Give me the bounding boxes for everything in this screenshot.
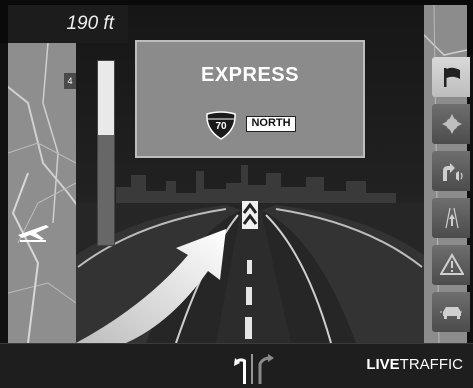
traffic-car-button[interactable] — [432, 290, 473, 334]
route-marker-label: 4 — [67, 76, 73, 86]
distance-progress-fill — [98, 134, 114, 245]
highway-sign: EXPRESS 70 NORTH — [135, 40, 365, 158]
destination-flag-icon — [444, 67, 460, 87]
screen-frame-right — [467, 0, 473, 55]
interstate-shield-icon: 70 — [205, 110, 237, 140]
route-marker: 4 — [64, 73, 76, 89]
warning-button[interactable] — [432, 243, 473, 287]
distance-readout: 190 ft — [8, 5, 128, 43]
lane-split-icon — [234, 354, 274, 384]
left-map-strip: 4 — [8, 43, 76, 343]
screen-frame-left — [0, 0, 8, 43]
direction-label: NORTH — [246, 116, 296, 132]
navigation-screen: 4 190 ft EXPRESS 70 NORTH LIVETRAFFIC — [0, 0, 473, 388]
distance-progress-bar — [97, 60, 115, 246]
lane-guidance-icon — [445, 207, 459, 229]
distance-value: 190 ft — [66, 13, 114, 34]
traffic-car-icon — [440, 307, 464, 319]
live-traffic-label: LIVETRAFFIC — [366, 356, 463, 373]
bottom-status-bar: LIVETRAFFIC — [0, 343, 473, 388]
turn-announcement-button[interactable] — [432, 149, 473, 193]
live-label-bold: LIVE — [366, 356, 400, 373]
turn-announcement-icon — [443, 163, 463, 181]
map-position-button[interactable] — [432, 102, 473, 146]
lane-guidance-button[interactable] — [432, 196, 473, 240]
route-number: 70 — [215, 121, 227, 132]
airport-icon — [18, 225, 49, 242]
sign-title: EXPRESS — [201, 64, 299, 86]
destination-flag-button[interactable] — [432, 55, 473, 99]
warning-icon — [440, 253, 464, 275]
map-position-icon — [442, 114, 462, 134]
live-label-rest: TRAFFIC — [399, 356, 463, 373]
